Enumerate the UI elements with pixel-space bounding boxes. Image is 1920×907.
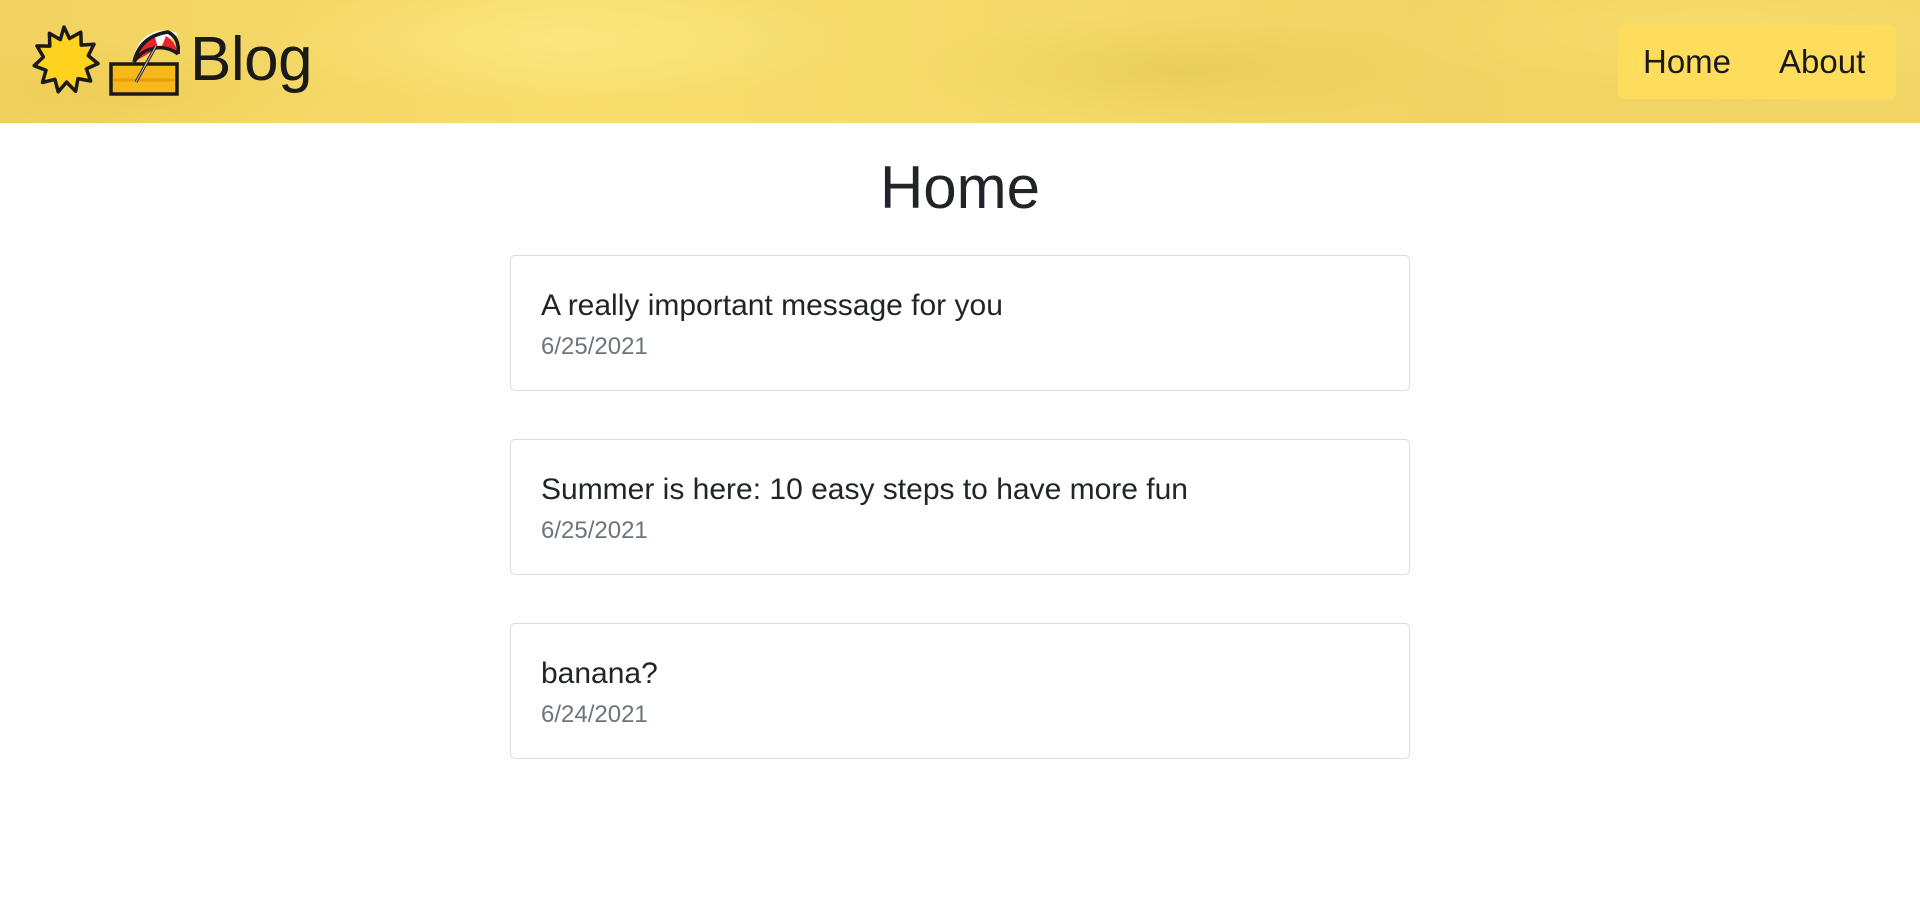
- post-card[interactable]: Summer is here: 10 easy steps to have mo…: [510, 439, 1410, 575]
- site-header: Blog Home About: [0, 0, 1920, 123]
- post-title[interactable]: A really important message for you: [541, 288, 1003, 324]
- post-card[interactable]: banana? 6/24/2021: [510, 623, 1410, 759]
- post-title[interactable]: Summer is here: 10 easy steps to have mo…: [541, 472, 1188, 508]
- post-title[interactable]: banana?: [541, 656, 658, 692]
- main-nav: Home About: [1618, 25, 1896, 99]
- post-date: 6/25/2021: [541, 517, 648, 544]
- page-title: Home: [879, 154, 1041, 221]
- sun-icon: [32, 25, 100, 94]
- brand-link[interactable]: Blog: [28, 24, 313, 96]
- post-date: 6/24/2021: [541, 701, 648, 728]
- nav-about-link[interactable]: About: [1779, 43, 1865, 81]
- beach-umbrella-icon: [109, 30, 181, 96]
- nav-home-link[interactable]: Home: [1643, 43, 1731, 81]
- post-list: A really important message for you 6/25/…: [510, 255, 1410, 807]
- post-date: 6/25/2021: [541, 333, 648, 360]
- brand-title: Blog: [190, 25, 313, 94]
- post-card[interactable]: A really important message for you 6/25/…: [510, 255, 1410, 391]
